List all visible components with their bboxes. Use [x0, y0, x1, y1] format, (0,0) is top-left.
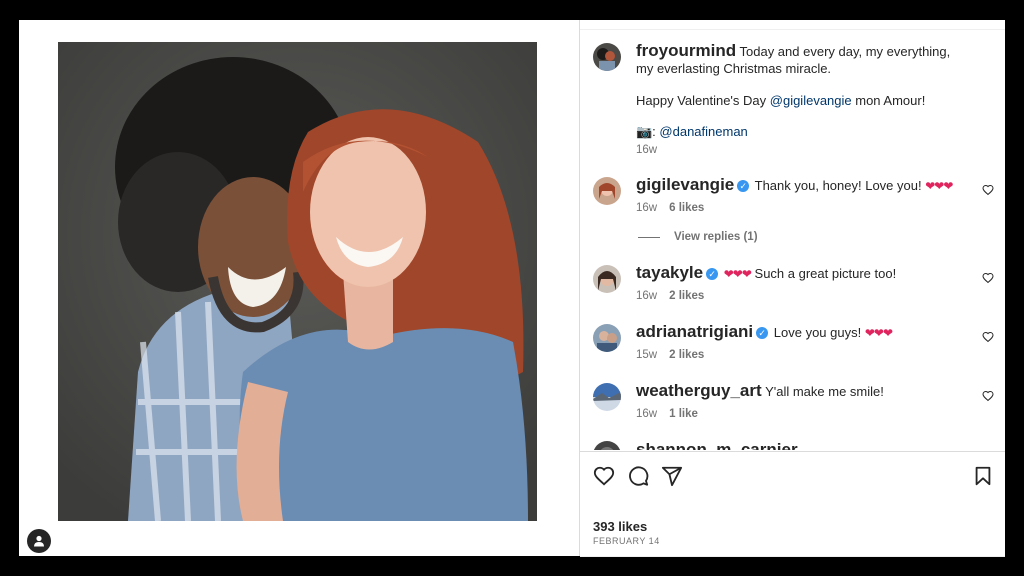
caption-text: mon Amour!: [851, 93, 926, 108]
comment-text-partial: shannon_m_carnier: [636, 441, 966, 450]
comment-time: 16w: [636, 408, 658, 420]
view-replies-label: View replies (1): [674, 231, 758, 243]
author-avatar[interactable]: [593, 43, 621, 71]
heart-icon[interactable]: [982, 331, 994, 343]
comment-body: Love you guys!: [773, 325, 865, 340]
footer-divider: [580, 556, 1005, 557]
comment-username[interactable]: gigilevangie: [636, 175, 734, 194]
bookmark-icon[interactable]: [972, 465, 994, 487]
comment-meta: 15w 2 likes: [636, 349, 704, 361]
comment-text: weatherguy_art Y'all make me smile!: [636, 382, 966, 400]
comment-meta: 16w 2 likes: [636, 290, 704, 302]
commenter-avatar[interactable]: [593, 324, 621, 352]
user-icon: [34, 535, 44, 547]
heart-icon[interactable]: [982, 184, 994, 196]
comment-likes[interactable]: 2 likes: [669, 349, 704, 361]
comment-body: Y'all make me smile!: [765, 384, 884, 399]
comment-text: adrianatrigiani ✓ Love you guys! ❤❤❤: [636, 323, 966, 342]
red-hearts: ❤❤❤: [925, 179, 953, 193]
mention-link[interactable]: @danafineman: [659, 124, 747, 139]
comment-likes[interactable]: 1 like: [669, 408, 698, 420]
couple-photo-illustration: [58, 42, 537, 521]
post-date: FEBRUARY 14: [593, 536, 660, 546]
comment-text: tayakyle ✓ ❤❤❤ Such a great picture too!: [636, 264, 966, 283]
heart-icon[interactable]: [982, 272, 994, 284]
comment-likes[interactable]: 6 likes: [669, 202, 704, 214]
comment-body: Thank you, honey! Love you!: [754, 178, 926, 193]
caption-text: Happy Valentine's Day: [636, 93, 770, 108]
commenter-avatar[interactable]: [593, 265, 621, 293]
verified-badge-icon: ✓: [737, 180, 750, 192]
verified-badge-icon: ✓: [706, 268, 719, 280]
comment-meta: 16w 6 likes: [636, 202, 704, 214]
comment-time: 16w: [636, 202, 658, 214]
commenter-avatar[interactable]: [593, 177, 621, 205]
action-bar: 393 likes FEBRUARY 14: [580, 451, 1005, 557]
photo-panel: [19, 20, 579, 556]
verified-badge-icon: ✓: [756, 327, 769, 339]
comment-icon[interactable]: [627, 465, 649, 487]
camera-icon: 📷:: [636, 124, 660, 139]
heart-icon[interactable]: [982, 390, 994, 402]
comment-username[interactable]: weatherguy_art: [636, 381, 762, 400]
commenter-avatar[interactable]: [593, 441, 621, 450]
red-hearts: ❤❤❤: [723, 267, 752, 281]
caption-line-2: Happy Valentine's Day @gigilevangie mon …: [636, 92, 966, 109]
post-photo[interactable]: [58, 42, 537, 521]
post-caption: froyourmind Today and every day, my ever…: [636, 42, 966, 77]
comment-time: 15w: [636, 349, 658, 361]
comments-panel: froyourmind Today and every day, my ever…: [580, 20, 1005, 450]
red-hearts: ❤❤❤: [864, 326, 893, 340]
comment-username[interactable]: tayakyle: [636, 263, 703, 282]
paper-plane-icon[interactable]: [661, 465, 683, 487]
profile-button[interactable]: [27, 529, 51, 553]
caption-line-3: 📷: @danafineman: [636, 123, 966, 140]
mention-link[interactable]: @gigilevangie: [770, 93, 852, 108]
likes-count[interactable]: 393 likes: [593, 519, 647, 534]
header-divider: [580, 29, 1005, 30]
caption-timestamp: 16w: [636, 144, 658, 156]
author-username[interactable]: froyourmind: [636, 41, 736, 60]
comment-text: gigilevangie ✓ Thank you, honey! Love you…: [636, 176, 966, 195]
comment-username[interactable]: adrianatrigiani: [636, 322, 753, 341]
view-replies-button[interactable]: View replies (1): [636, 231, 758, 243]
comment-body: Such a great picture too!: [750, 266, 897, 281]
comment-username[interactable]: shannon_m_carnier: [636, 440, 798, 450]
post-dialog: froyourmind Today and every day, my ever…: [19, 20, 1005, 557]
commenter-avatar[interactable]: [593, 383, 621, 411]
reply-line: [638, 236, 660, 238]
heart-icon[interactable]: [593, 465, 615, 487]
comment-likes[interactable]: 2 likes: [669, 290, 704, 302]
comment-time: 16w: [636, 290, 658, 302]
comment-meta: 16w 1 like: [636, 408, 698, 420]
